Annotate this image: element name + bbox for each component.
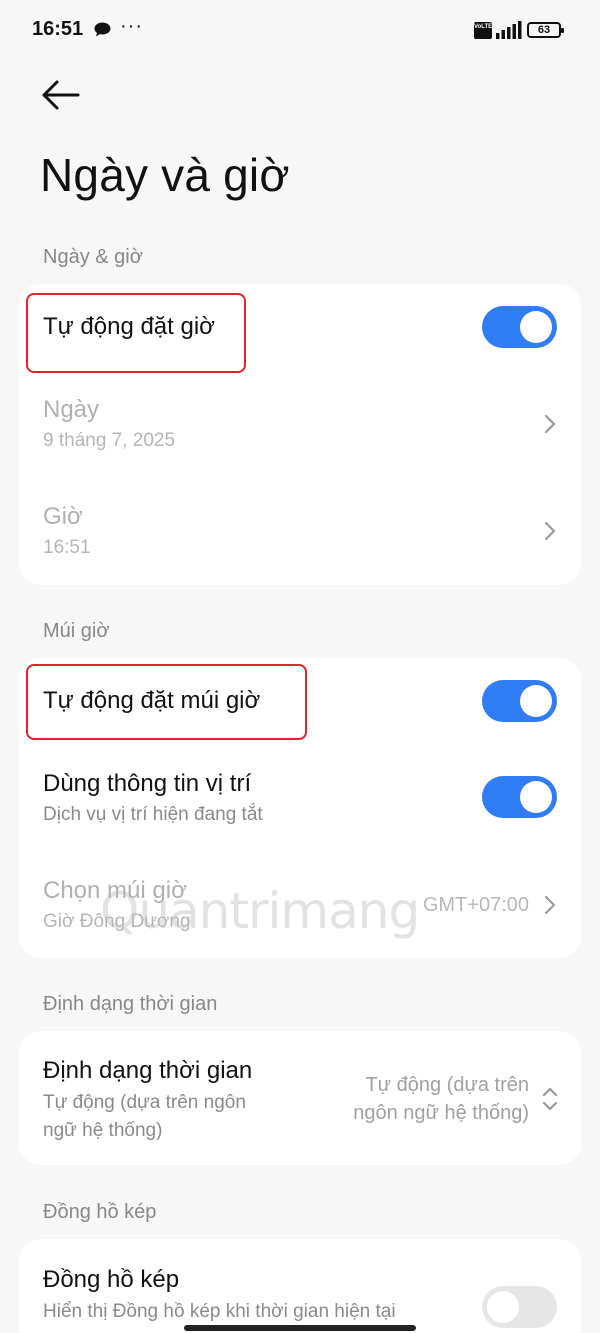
section-label-time-format: Định dạng thời gian [43,993,218,1015]
time-format-subtitle-line2: ngữ hệ thống) [43,1120,163,1141]
use-location-title: Dùng thông tin vị trí [43,770,252,797]
auto-timezone-title: Tự động đặt múi giờ [43,687,261,714]
time-row[interactable]: Giờ 16:51 [19,481,581,581]
choose-timezone-value: GMT+07:00 [422,894,529,916]
dual-clock-title: Đồng hồ kép [43,1266,180,1293]
status-time: 16:51 [32,18,84,40]
chevron-up-down-icon [542,1087,558,1111]
date-value: 9 tháng 7, 2025 [43,430,176,451]
chevron-right-icon [544,895,556,915]
dual-clock-subtitle: Hiển thị Đồng hồ kép khi thời gian hiện … [43,1301,396,1322]
volte-icon: VoLTE [474,22,492,39]
use-location-subtitle: Dịch vụ vị trí hiện đang tắt [43,804,263,825]
time-title: Giờ [43,503,83,530]
card-date-time: Tự động đặt giờ Ngày 9 tháng 7, 2025 Giờ… [19,284,581,585]
date-title: Ngày [43,396,100,423]
time-format-value-line1: Tự động (dựa trên [365,1074,529,1096]
status-bar: 16:51 ··· VoLTE 63 [0,0,600,60]
chevron-right-icon [544,521,556,541]
auto-time-row[interactable]: Tự động đặt giờ [19,284,581,370]
time-format-subtitle-line1: Tự động (dựa trên ngôn [43,1092,246,1113]
time-format-title: Định dạng thời gian [43,1057,253,1084]
more-notifications-icon: ··· [120,15,143,37]
back-button[interactable] [38,76,84,116]
arrow-left-icon [42,80,80,110]
section-label-dual-clock: Đồng hồ kép [43,1201,157,1223]
battery-icon: 63 [527,22,564,38]
use-location-row[interactable]: Dùng thông tin vị trí Dịch vụ vị trí hiệ… [19,754,581,844]
date-row[interactable]: Ngày 9 tháng 7, 2025 [19,374,581,474]
time-format-row[interactable]: Định dạng thời gian Tự động (dựa trên ng… [19,1031,581,1165]
section-label-timezone: Múi giờ [43,620,110,642]
signal-icon [496,21,522,39]
use-location-toggle[interactable] [482,776,557,818]
home-indicator[interactable] [184,1325,416,1331]
choose-timezone-subtitle: Giờ Đông Dương [43,911,191,932]
dual-clock-toggle[interactable] [482,1286,557,1328]
chat-bubble-icon [94,22,111,37]
card-time-format: Định dạng thời gian Tự động (dựa trên ng… [19,1031,581,1165]
auto-time-title: Tự động đặt giờ [43,313,215,340]
choose-timezone-row[interactable]: Chọn múi giờ Giờ Đông Dương GMT+07:00 [19,856,581,952]
auto-timezone-row[interactable]: Tự động đặt múi giờ [19,658,581,746]
chevron-right-icon [544,414,556,434]
dual-clock-row[interactable]: Đồng hồ kép Hiển thị Đồng hồ kép khi thờ… [19,1239,581,1333]
card-timezone: Tự động đặt múi giờ Dùng thông tin vị tr… [19,658,581,958]
time-format-value-line2: ngôn ngữ hệ thống) [353,1102,529,1124]
card-dual-clock: Đồng hồ kép Hiển thị Đồng hồ kép khi thờ… [19,1239,581,1333]
auto-timezone-toggle[interactable] [482,680,557,722]
page-title: Ngày và giờ [40,149,290,201]
section-label-date-time: Ngày & giờ [43,246,143,268]
time-value: 16:51 [43,537,91,558]
choose-timezone-title: Chọn múi giờ [43,877,187,904]
auto-time-toggle[interactable] [482,306,557,348]
